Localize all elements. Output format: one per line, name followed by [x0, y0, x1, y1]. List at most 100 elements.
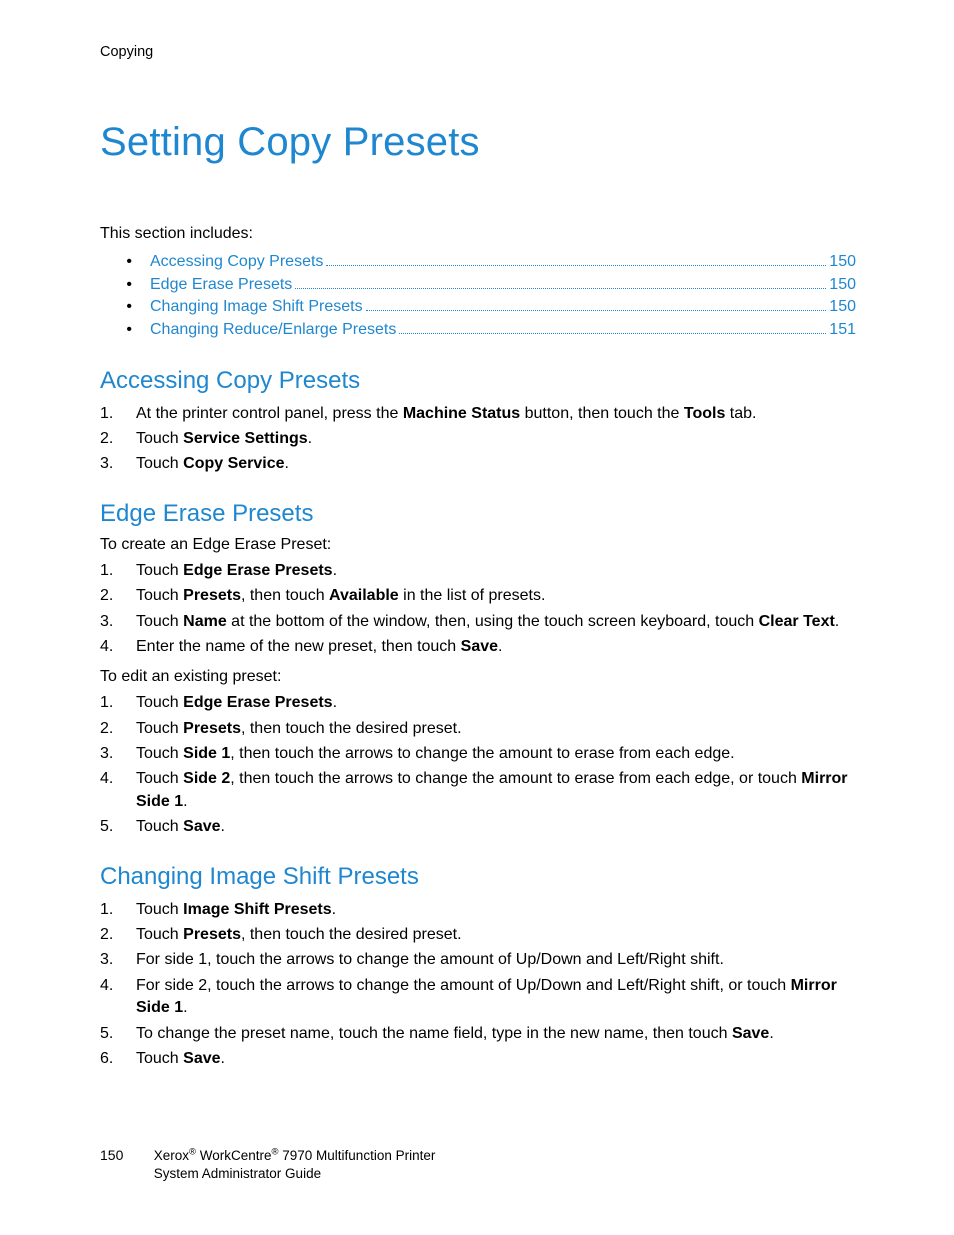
step-item: Touch Save. — [100, 816, 856, 838]
step-text: at the bottom of the window, then, using… — [227, 613, 759, 630]
step-text: . — [221, 818, 225, 835]
step-text: Touch — [136, 587, 183, 604]
step-text: , then touch the desired preset. — [241, 720, 462, 737]
toc-leader — [366, 296, 827, 311]
bullet-icon: • — [100, 298, 150, 316]
step-item: Touch Name at the bottom of the window, … — [100, 611, 856, 633]
step-text: Enter the name of the new preset, then t… — [136, 638, 461, 655]
toc-link-changing-image-shift-presets[interactable]: Changing Image Shift Presets — [150, 298, 363, 316]
footer-line1: Xerox® WorkCentre® 7970 Multifunction Pr… — [154, 1148, 436, 1163]
step-item: For side 2, touch the arrows to change t… — [100, 975, 856, 1020]
step-item: Touch Copy Service. — [100, 453, 856, 475]
footer-line2: System Administrator Guide — [154, 1166, 321, 1181]
step-item: Touch Service Settings. — [100, 428, 856, 450]
toc-link-accessing-copy-presets[interactable]: Accessing Copy Presets — [150, 253, 323, 271]
toc-leader — [326, 251, 826, 266]
step-text: , then touch the arrows to change the am… — [230, 770, 801, 787]
step-bold-text: Presets — [183, 587, 241, 604]
step-text: . — [183, 999, 187, 1016]
steps-edge-erase-edit: Touch Edge Erase Presets.Touch Presets, … — [100, 692, 856, 838]
steps-accessing: At the printer control panel, press the … — [100, 403, 856, 476]
step-bold-text: Presets — [183, 720, 241, 737]
step-text: Touch — [136, 926, 183, 943]
step-bold-text: Available — [329, 587, 399, 604]
toc-leader — [295, 273, 826, 288]
toc-link-edge-erase-presets[interactable]: Edge Erase Presets — [150, 276, 292, 294]
step-text: Touch — [136, 818, 183, 835]
step-bold-text: Edge Erase Presets — [183, 694, 332, 711]
bullet-icon: • — [100, 253, 150, 271]
step-item: To change the preset name, touch the nam… — [100, 1023, 856, 1045]
step-item: Touch Save. — [100, 1048, 856, 1070]
heading-changing-image-shift-presets: Changing Image Shift Presets — [100, 863, 856, 891]
step-text: . — [332, 901, 336, 918]
toc-list: • Accessing Copy Presets 150 • Edge Eras… — [100, 251, 856, 339]
step-text: Touch — [136, 430, 183, 447]
step-text: For side 1, touch the arrows to change t… — [136, 951, 724, 968]
toc-page-number: 150 — [829, 276, 856, 294]
step-text: At the printer control panel, press the — [136, 405, 403, 422]
toc-item: • Changing Reduce/Enlarge Presets 151 — [100, 318, 856, 338]
step-bold-text: Service Settings — [183, 430, 308, 447]
step-text: Touch — [136, 770, 183, 787]
step-item: Touch Side 1, then touch the arrows to c… — [100, 743, 856, 765]
toc-item: • Changing Image Shift Presets 150 — [100, 296, 856, 316]
step-text: To change the preset name, touch the nam… — [136, 1025, 732, 1042]
step-text: . — [308, 430, 312, 447]
step-text: . — [498, 638, 502, 655]
steps-image-shift: Touch Image Shift Presets.Touch Presets,… — [100, 899, 856, 1071]
step-item: Touch Edge Erase Presets. — [100, 560, 856, 582]
step-bold-text: Edge Erase Presets — [183, 562, 332, 579]
step-text: , then touch the desired preset. — [241, 926, 462, 943]
step-text: in the list of presets. — [399, 587, 546, 604]
lead-text: To edit an existing preset: — [100, 668, 856, 686]
toc-page-number: 150 — [829, 253, 856, 271]
step-bold-text: Image Shift Presets — [183, 901, 332, 918]
step-item: Touch Image Shift Presets. — [100, 899, 856, 921]
step-text: , then touch the arrows to change the am… — [230, 745, 734, 762]
step-bold-text: Side 1 — [183, 745, 230, 762]
step-text: . — [769, 1025, 773, 1042]
step-text: Touch — [136, 745, 183, 762]
step-text: Touch — [136, 901, 183, 918]
step-text: . — [835, 613, 839, 630]
step-item: At the printer control panel, press the … — [100, 403, 856, 425]
step-text: Touch — [136, 455, 183, 472]
step-text: Touch — [136, 613, 183, 630]
toc-leader — [399, 318, 826, 333]
step-text: , then touch — [241, 587, 329, 604]
step-text: . — [333, 562, 337, 579]
toc-item: • Edge Erase Presets 150 — [100, 273, 856, 293]
step-text: Touch — [136, 720, 183, 737]
bullet-icon: • — [100, 321, 150, 339]
step-item: Touch Presets, then touch the desired pr… — [100, 718, 856, 740]
step-bold-text: Save — [732, 1025, 769, 1042]
step-bold-text: Save — [183, 1050, 220, 1067]
bullet-icon: • — [100, 276, 150, 294]
step-bold-text: Presets — [183, 926, 241, 943]
step-item: Enter the name of the new preset, then t… — [100, 636, 856, 658]
step-text: Touch — [136, 694, 183, 711]
step-text: . — [285, 455, 289, 472]
step-bold-text: Clear Text — [759, 613, 835, 630]
step-text: For side 2, touch the arrows to change t… — [136, 977, 791, 994]
heading-accessing-copy-presets: Accessing Copy Presets — [100, 367, 856, 395]
page-footer: 150 Xerox® WorkCentre® 7970 Multifunctio… — [100, 1146, 435, 1183]
step-item: Touch Edge Erase Presets. — [100, 692, 856, 714]
toc-item: • Accessing Copy Presets 150 — [100, 251, 856, 271]
step-item: Touch Presets, then touch the desired pr… — [100, 924, 856, 946]
step-bold-text: Name — [183, 613, 227, 630]
step-text: tab. — [725, 405, 756, 422]
step-item: For side 1, touch the arrows to change t… — [100, 949, 856, 971]
document-page: Copying Setting Copy Presets This sectio… — [0, 0, 954, 1070]
step-text: Touch — [136, 562, 183, 579]
toc-link-changing-reduce-enlarge-presets[interactable]: Changing Reduce/Enlarge Presets — [150, 321, 396, 339]
step-text: . — [221, 1050, 225, 1067]
step-item: Touch Presets, then touch Available in t… — [100, 585, 856, 607]
step-item: Touch Side 2, then touch the arrows to c… — [100, 768, 856, 813]
steps-edge-erase-create: Touch Edge Erase Presets.Touch Presets, … — [100, 560, 856, 659]
step-text: button, then touch the — [520, 405, 684, 422]
step-text: . — [333, 694, 337, 711]
step-bold-text: Machine Status — [403, 405, 520, 422]
toc-page-number: 150 — [829, 298, 856, 316]
